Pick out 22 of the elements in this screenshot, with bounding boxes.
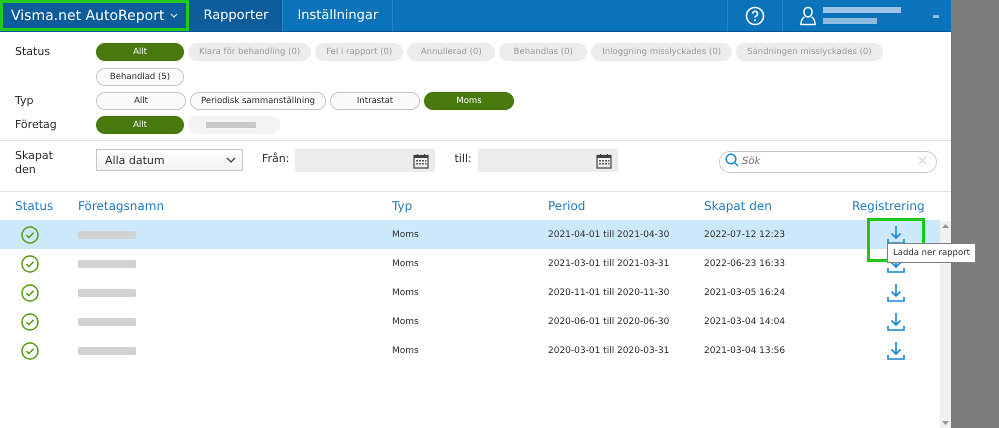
filter-label: Företag: [15, 117, 58, 133]
filter-label: Typ: [15, 93, 34, 109]
filter-label: Status: [15, 44, 52, 60]
table-cell-text: 2021-03-04 14:04: [704, 316, 786, 326]
table-cell-text: Moms: [392, 316, 420, 326]
table-cell-text: 2020-06-01 till 2020-06-30: [548, 316, 670, 326]
tooltip: Ladda ner rapport: [887, 243, 976, 263]
table-cell-text: Moms: [392, 230, 420, 240]
table-cell-text: 2021-03-04 13:56: [704, 346, 786, 356]
table-cell-text: 2021-03-01 till 2021-03-31: [548, 258, 670, 268]
table-cell-text: 2022-06-23 16:33: [704, 258, 786, 268]
table-cell-text: Moms: [392, 288, 420, 298]
from-label: Från:: [262, 152, 290, 165]
table-cell-text: 2021-03-05 16:24: [704, 288, 786, 298]
table-cell-text: Moms: [392, 346, 420, 356]
table-cell-text: 2021-04-01 till 2021-04-30: [548, 230, 670, 240]
table-cell-text: 2020-03-01 till 2020-03-31: [548, 346, 670, 356]
to-label: till:: [454, 152, 472, 165]
table-cell-text: Moms: [392, 258, 420, 268]
table-cell-text: 2022-07-12 12:23: [704, 230, 786, 240]
table-cell-text: 2020-11-01 till 2020-11-30: [548, 288, 670, 298]
filter-label: Skapat den: [15, 149, 54, 177]
